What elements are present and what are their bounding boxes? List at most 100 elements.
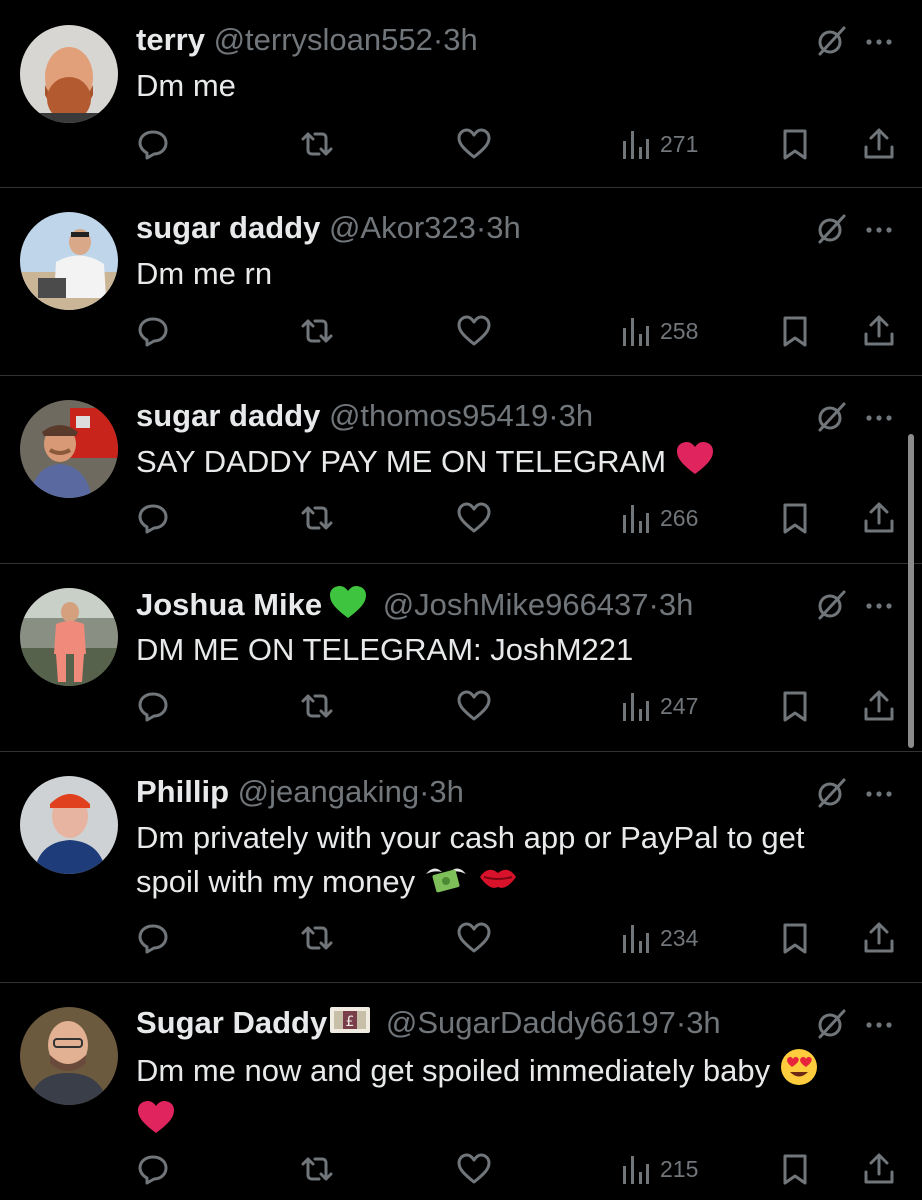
views-count: 215 <box>660 1155 699 1182</box>
tweet-3[interactable]: sugar daddy @thomos95419·3h SAY DADDY PA… <box>0 376 922 563</box>
display-name[interactable]: Sugar Daddy <box>136 1005 327 1040</box>
scrollbar[interactable] <box>908 434 914 748</box>
timestamp[interactable]: 3h <box>686 1005 720 1040</box>
display-name[interactable]: Phillip <box>136 774 229 809</box>
display-name[interactable]: sugar daddy <box>136 210 320 245</box>
more-icon[interactable] <box>862 1015 896 1035</box>
grok-icon[interactable] <box>814 24 848 58</box>
bookmark-icon <box>780 501 810 535</box>
views-button[interactable]: 266 <box>620 498 698 538</box>
views-icon <box>620 921 650 955</box>
like-button[interactable] <box>456 1149 492 1189</box>
timestamp[interactable]: 3h <box>443 22 477 57</box>
action-bar: 234 <box>0 918 922 958</box>
timestamp[interactable]: 3h <box>559 398 593 433</box>
display-name[interactable]: Joshua Mike <box>136 587 322 622</box>
avatar[interactable] <box>20 400 118 498</box>
reply-button[interactable] <box>136 124 170 164</box>
retweet-button[interactable] <box>298 1149 336 1189</box>
share-icon <box>862 921 896 955</box>
grok-icon[interactable] <box>814 400 848 434</box>
avatar[interactable] <box>20 25 118 123</box>
share-button[interactable] <box>862 498 896 538</box>
reply-button[interactable] <box>136 686 170 726</box>
bookmark-icon <box>780 921 810 955</box>
grok-icon[interactable] <box>814 776 848 810</box>
retweet-button[interactable] <box>298 498 336 538</box>
more-icon[interactable] <box>862 220 896 240</box>
display-name[interactable]: terry <box>136 22 205 57</box>
reply-button[interactable] <box>136 1149 170 1189</box>
like-button[interactable] <box>456 686 492 726</box>
user-handle[interactable]: @JoshMike966437 <box>383 587 649 622</box>
like-button[interactable] <box>456 918 492 958</box>
views-button[interactable]: 234 <box>620 918 698 958</box>
retweet-button[interactable] <box>298 918 336 958</box>
timestamp[interactable]: 3h <box>429 774 463 809</box>
tweet-1[interactable]: terry @terrysloan552·3h Dm me 271 <box>0 0 922 187</box>
bookmark-button[interactable] <box>780 918 810 958</box>
views-button[interactable]: 247 <box>620 686 698 726</box>
more-icon[interactable] <box>862 784 896 804</box>
reply-button[interactable] <box>136 498 170 538</box>
user-handle[interactable]: @Akor323 <box>329 210 476 245</box>
user-handle[interactable]: @terrysloan552 <box>214 22 433 57</box>
retweet-button[interactable] <box>298 124 336 164</box>
bookmark-button[interactable] <box>780 124 810 164</box>
tweet-text-line: Dm me now and get spoiled immediately ba… <box>136 1047 876 1099</box>
retweet-button[interactable] <box>298 686 336 726</box>
views-button[interactable]: 215 <box>620 1149 698 1189</box>
more-icon[interactable] <box>862 32 896 52</box>
action-bar: 247 <box>0 686 922 726</box>
views-count: 266 <box>660 504 699 531</box>
timestamp[interactable]: 3h <box>659 587 693 622</box>
more-icon[interactable] <box>862 408 896 428</box>
retweet-button[interactable] <box>298 311 336 351</box>
more-icon[interactable] <box>862 596 896 616</box>
grok-icon[interactable] <box>814 1007 848 1041</box>
timestamp[interactable]: 3h <box>486 210 520 245</box>
tweet-4[interactable]: Joshua Mike @JoshMike966437·3h DM ME ON … <box>0 564 922 751</box>
views-count: 234 <box>660 924 699 951</box>
tweet-2[interactable]: sugar daddy @Akor323·3h Dm me rn 258 <box>0 188 922 375</box>
share-icon <box>862 1152 896 1186</box>
bookmark-button[interactable] <box>780 498 810 538</box>
tweet-text-line-2-words: spoil with my money <box>136 864 416 900</box>
like-button[interactable] <box>456 311 492 351</box>
share-button[interactable] <box>862 1149 896 1189</box>
reply-button[interactable] <box>136 918 170 958</box>
bookmark-button[interactable] <box>780 311 810 351</box>
like-icon <box>456 921 492 955</box>
views-button[interactable]: 271 <box>620 124 698 164</box>
grok-icon[interactable] <box>814 212 848 246</box>
user-handle[interactable]: @thomos95419 <box>329 398 548 433</box>
user-handle[interactable]: @SugarDaddy66197 <box>386 1005 676 1040</box>
display-name[interactable]: sugar daddy <box>136 398 320 433</box>
reply-icon <box>136 921 170 955</box>
tweet-text: DM ME ON TELEGRAM: JoshM221 <box>136 628 876 672</box>
views-icon <box>620 1152 650 1186</box>
separator-dot: · <box>675 1005 687 1040</box>
like-button[interactable] <box>456 498 492 538</box>
avatar[interactable] <box>20 776 118 874</box>
bookmark-button[interactable] <box>780 686 810 726</box>
share-button[interactable] <box>862 124 896 164</box>
kiss-mark-emoji <box>476 861 520 907</box>
avatar[interactable] <box>20 588 118 686</box>
avatar[interactable] <box>20 1007 118 1105</box>
user-handle[interactable]: @jeangaking <box>238 774 419 809</box>
share-button[interactable] <box>862 918 896 958</box>
grok-icon[interactable] <box>814 588 848 622</box>
separator-dot: · <box>419 774 430 809</box>
tweet-5[interactable]: Phillip @jeangaking·3h Dm privately with… <box>0 752 922 982</box>
reply-button[interactable] <box>136 311 170 351</box>
views-icon <box>620 314 650 348</box>
action-bar: 215 <box>0 1149 922 1189</box>
bookmark-button[interactable] <box>780 1149 810 1189</box>
like-button[interactable] <box>456 124 492 164</box>
tweet-6[interactable]: Sugar Daddy £ @SugarDaddy66197·3h Dm me n… <box>0 983 922 1200</box>
share-button[interactable] <box>862 686 896 726</box>
avatar[interactable] <box>20 212 118 310</box>
views-button[interactable]: 258 <box>620 311 698 351</box>
share-button[interactable] <box>862 311 896 351</box>
